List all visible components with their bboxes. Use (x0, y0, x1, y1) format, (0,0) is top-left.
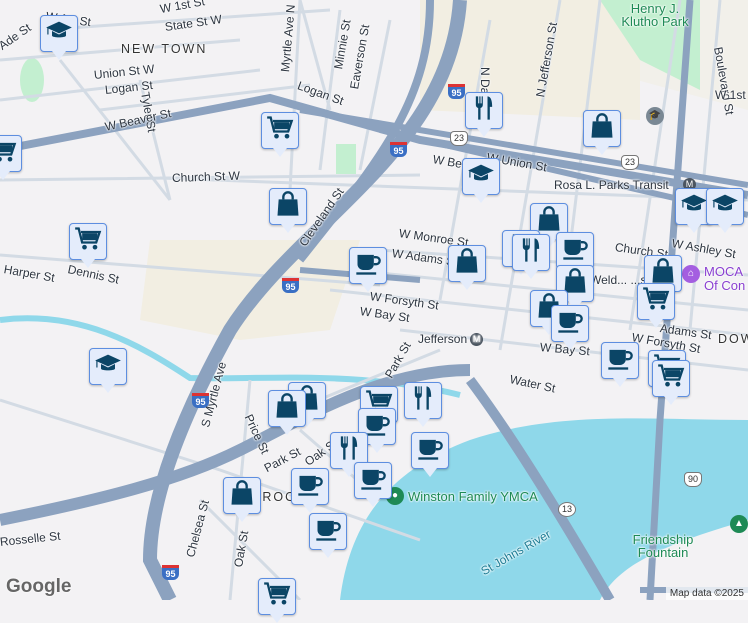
fork-knife-icon (470, 94, 498, 127)
cafe-marker[interactable] (601, 342, 639, 387)
shop-marker[interactable] (583, 110, 621, 155)
transit-station-label[interactable]: Jefferson M (418, 332, 484, 347)
school-marker[interactable] (462, 158, 500, 203)
school-poi-icon[interactable]: 🎓 (646, 107, 664, 125)
shopping-cart-icon (263, 580, 291, 613)
sr13-shield: 13 (558, 502, 576, 517)
cafe-marker[interactable] (551, 305, 589, 350)
i95-shield: 95 (192, 393, 209, 408)
shopping-bag-icon (228, 479, 256, 512)
grocery-marker[interactable] (258, 578, 296, 623)
cafe-marker[interactable] (349, 247, 387, 292)
coffee-cup-icon (561, 234, 589, 267)
shopping-bag-icon (273, 392, 301, 425)
coffee-cup-icon (416, 434, 444, 467)
grocery-marker[interactable] (0, 135, 22, 180)
shop-marker[interactable] (223, 477, 261, 522)
restaurant-marker[interactable] (465, 92, 503, 137)
coffee-cup-icon (359, 464, 387, 497)
coffee-cup-icon (314, 515, 342, 548)
coffee-cup-icon (606, 344, 634, 377)
coffee-cup-icon (556, 307, 584, 340)
fountain-label[interactable]: Friendship Fountain (628, 533, 698, 559)
cafe-marker[interactable] (354, 462, 392, 507)
i95-shield: 95 (390, 142, 407, 157)
us90-shield: 90 (684, 472, 702, 487)
google-logo: Google (6, 576, 72, 597)
us23-shield: 23 (621, 155, 639, 170)
cafe-marker[interactable] (556, 232, 594, 277)
cafe-marker[interactable] (309, 513, 347, 558)
grocery-marker[interactable] (637, 283, 675, 328)
shopping-cart-icon (0, 137, 17, 170)
restaurant-marker[interactable] (404, 382, 442, 427)
shop-marker[interactable] (269, 188, 307, 233)
i95-shield: 95 (162, 565, 179, 580)
grocery-marker[interactable] (652, 360, 690, 405)
graduation-cap-icon (94, 350, 122, 383)
shopping-bag-icon (588, 112, 616, 145)
transit-station-icon: M (470, 333, 484, 347)
grocery-marker[interactable] (69, 223, 107, 268)
i95-shield: 95 (282, 278, 299, 293)
restaurant-marker[interactable] (512, 234, 550, 279)
park-label[interactable]: Henry J. Klutho Park (620, 2, 690, 28)
shop-marker[interactable] (448, 245, 486, 290)
cafe-marker[interactable] (291, 468, 329, 513)
shopping-bag-icon (453, 247, 481, 280)
school-marker[interactable] (40, 15, 78, 60)
shopping-cart-icon (657, 362, 685, 395)
station-name: Jefferson (418, 332, 468, 346)
street-label: W 1st St (715, 88, 748, 102)
coffee-cup-icon (354, 249, 382, 282)
neighborhood-label: DOW (718, 332, 748, 346)
grocery-marker[interactable] (261, 112, 299, 157)
map-attribution[interactable]: Map data ©2025 (665, 587, 748, 600)
school-marker[interactable] (706, 188, 744, 233)
museum-label[interactable]: MOCA Of Con (704, 265, 748, 293)
shopping-cart-icon (74, 225, 102, 258)
us23-shield: 23 (450, 131, 468, 146)
neighborhood-label: NEW TOWN (121, 42, 208, 56)
ymca-label[interactable]: Winston Family YMCA (408, 490, 538, 503)
shop-marker[interactable] (268, 390, 306, 435)
graduation-cap-icon (711, 190, 739, 223)
graduation-cap-icon (45, 17, 73, 50)
coffee-cup-icon (296, 470, 324, 503)
street-label: Rosa L. Parks Transit (554, 178, 669, 192)
school-marker[interactable] (89, 348, 127, 393)
street-label: Church St W (171, 168, 241, 185)
museum-icon[interactable]: ⌂ (682, 265, 700, 283)
fork-knife-icon (409, 384, 437, 417)
i95-shield: 95 (448, 84, 465, 99)
shopping-bag-icon (274, 190, 302, 223)
shopping-cart-icon (642, 285, 670, 318)
graduation-cap-icon (467, 160, 495, 193)
shopping-cart-icon (266, 114, 294, 147)
fork-knife-icon (517, 236, 545, 269)
graduation-cap-icon (680, 190, 708, 223)
park-tree-icon[interactable]: ▲ (730, 515, 748, 533)
cafe-marker[interactable] (411, 432, 449, 477)
